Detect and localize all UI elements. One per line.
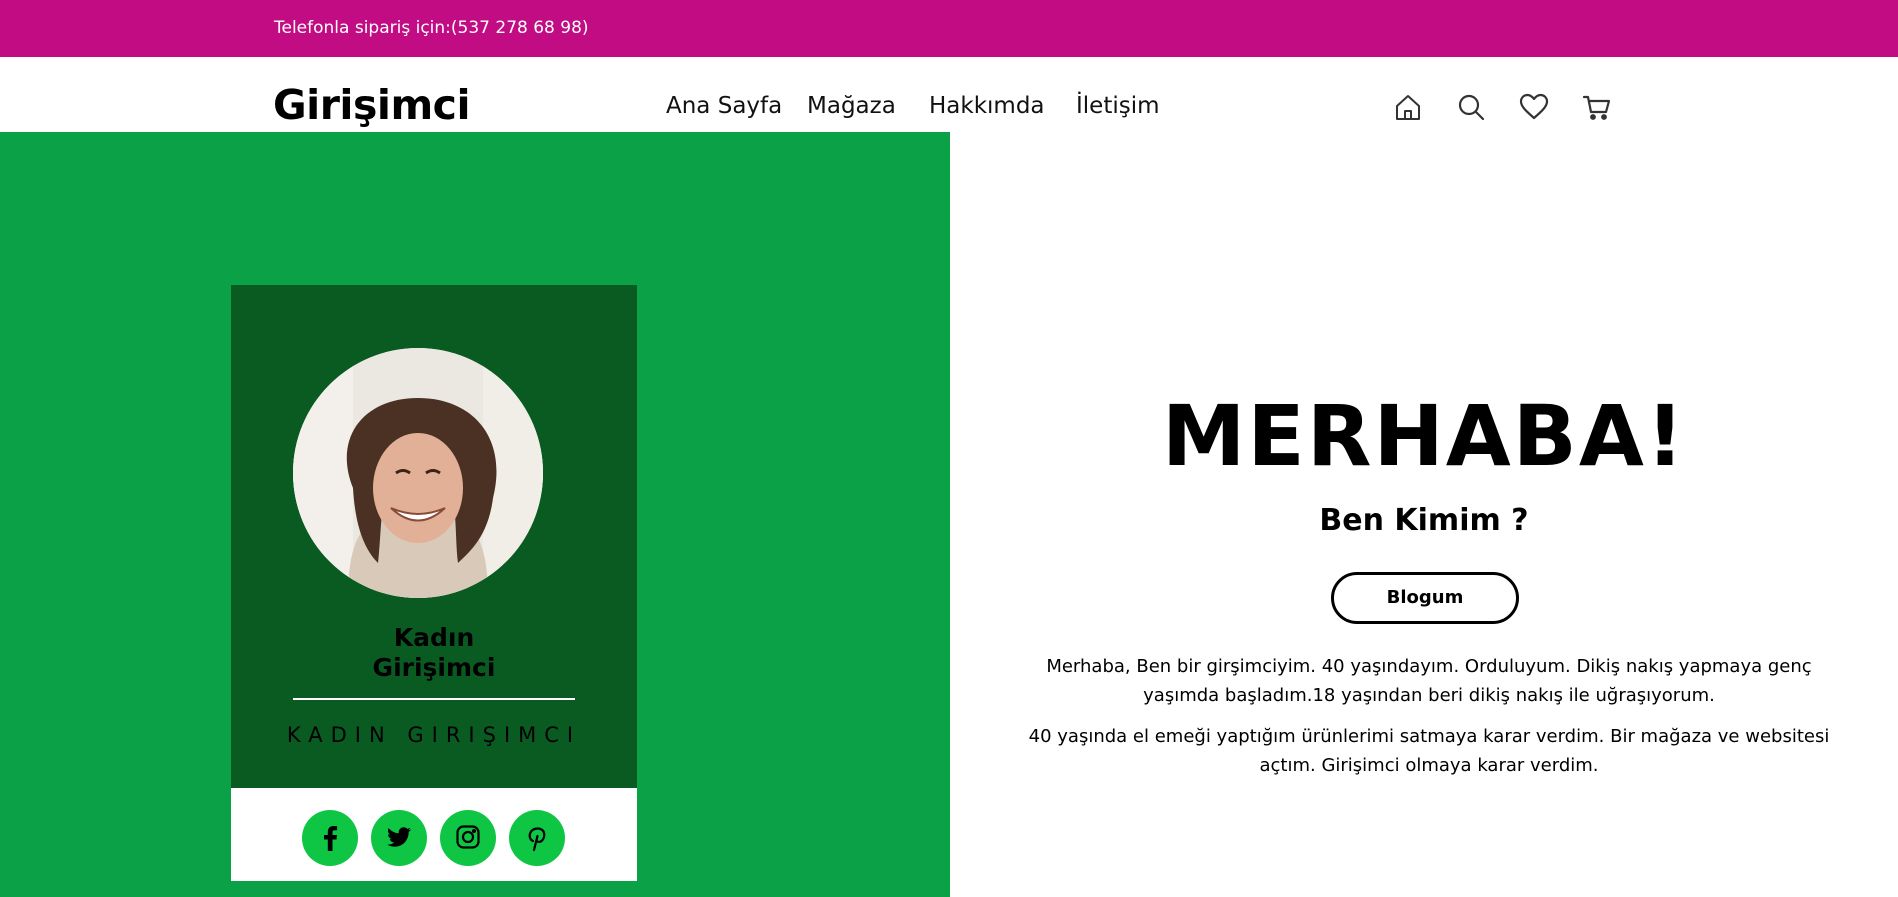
phone-order-text: Telefonla sipariş için:(537 278 68 98) [274,18,589,38]
site-header: Girişimci Ana Sayfa Mağaza Hakkımda İlet… [0,57,1898,132]
social-bar [231,788,637,881]
twitter-icon[interactable] [371,810,427,866]
top-bar: Telefonla sipariş için:(537 278 68 98) [0,0,1898,57]
profile-card: Kadın Girişimci KADIN GIRIŞIMCI [231,285,637,881]
hero-subtitle: Ben Kimim ? [1319,503,1529,538]
facebook-icon[interactable] [302,810,358,866]
profile-subtitle: KADIN GIRIŞIMCI [286,723,582,747]
search-icon[interactable] [1455,91,1487,123]
nav-magaza[interactable]: Mağaza [807,95,896,118]
about-paragraph-1: Merhaba, Ben bir girşimciyim. 40 yaşında… [1046,656,1812,706]
nav-iletisim[interactable]: İletişim [1076,95,1160,118]
avatar [293,348,543,598]
hero-title: MERHABA! [1161,387,1687,485]
home-icon[interactable] [1392,91,1424,123]
pinterest-icon[interactable] [509,810,565,866]
profile-card-top: Kadın Girişimci KADIN GIRIŞIMCI [231,285,637,788]
instagram-icon[interactable] [440,810,496,866]
profile-name-line2: Girişimci [372,653,496,682]
profile-name: Kadın Girişimci [231,623,637,683]
profile-name-line1: Kadın [393,623,475,652]
cart-icon[interactable] [1581,91,1613,123]
site-logo[interactable]: Girişimci [273,85,471,126]
blog-button[interactable]: Blogum [1331,572,1519,624]
heart-icon[interactable] [1518,91,1550,123]
profile-divider [293,698,575,700]
nav-hakkimda[interactable]: Hakkımda [929,95,1045,118]
nav-ana-sayfa[interactable]: Ana Sayfa [666,95,782,118]
about-paragraph-2: 40 yaşında el emeği yaptığım ürünlerimi … [1028,726,1830,776]
